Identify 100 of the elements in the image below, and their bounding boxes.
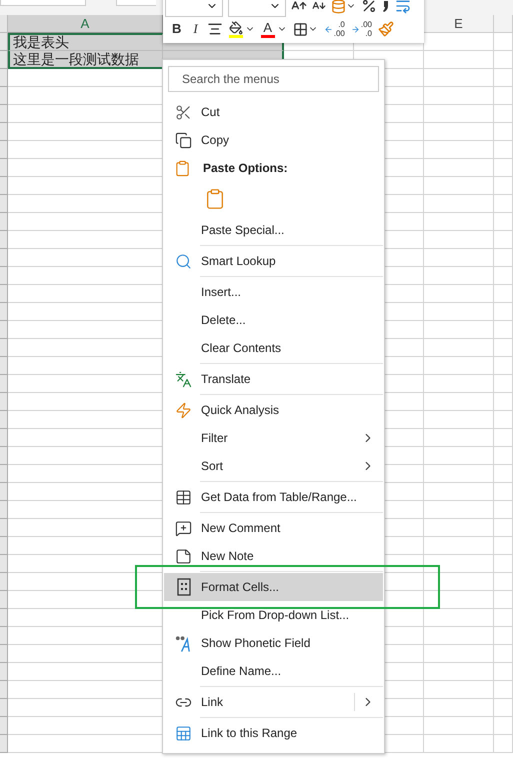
borders-icon[interactable] bbox=[292, 22, 308, 36]
row-header[interactable] bbox=[0, 249, 8, 267]
row-header[interactable] bbox=[0, 141, 8, 159]
menu-item[interactable]: Insert... bbox=[164, 278, 383, 306]
row-header[interactable] bbox=[0, 519, 8, 537]
row-header[interactable] bbox=[0, 285, 8, 303]
row-header[interactable] bbox=[0, 411, 8, 429]
arrow-icon[interactable] bbox=[324, 24, 333, 34]
table-cell bbox=[424, 51, 494, 69]
row-header[interactable] bbox=[0, 465, 8, 483]
row-header[interactable] bbox=[0, 33, 8, 51]
row-header[interactable] bbox=[0, 627, 8, 645]
search-field[interactable]: Search the menus bbox=[168, 66, 379, 92]
menu-item[interactable]: Link to this Range bbox=[164, 719, 383, 747]
menu-item[interactable]: Link bbox=[164, 688, 383, 716]
menu-item[interactable]: Sort bbox=[164, 452, 383, 480]
row-header[interactable] bbox=[0, 555, 8, 573]
row-header[interactable] bbox=[0, 69, 8, 87]
formula-field[interactable] bbox=[116, 0, 156, 6]
table-cell bbox=[494, 663, 513, 681]
menu-item[interactable]: Show Phonetic Field bbox=[164, 629, 383, 657]
row-header[interactable] bbox=[0, 105, 8, 123]
row-header[interactable] bbox=[0, 681, 8, 699]
row-header[interactable] bbox=[0, 87, 8, 105]
table-cell bbox=[424, 321, 494, 339]
table-cell bbox=[494, 285, 513, 303]
row-header[interactable] bbox=[0, 231, 8, 249]
table-cell bbox=[424, 699, 494, 717]
row-header[interactable] bbox=[0, 447, 8, 465]
row-header[interactable] bbox=[0, 375, 8, 393]
table-cell bbox=[494, 699, 513, 717]
arrow-icon[interactable] bbox=[350, 24, 360, 34]
row-header[interactable] bbox=[0, 321, 8, 339]
menu-item[interactable]: Define Name... bbox=[164, 657, 383, 685]
menu-item[interactable]: Smart Lookup bbox=[164, 247, 383, 275]
table-cell bbox=[424, 159, 494, 177]
row-header[interactable] bbox=[0, 699, 8, 717]
bold-button[interactable]: B bbox=[169, 20, 184, 38]
fill-color-icon[interactable] bbox=[228, 20, 243, 34]
menu-item[interactable]: Get Data from Table/Range... bbox=[164, 483, 383, 511]
table-cell bbox=[424, 465, 494, 483]
row-header[interactable] bbox=[0, 213, 8, 231]
column-header[interactable]: E bbox=[424, 15, 494, 33]
row-header[interactable] bbox=[0, 123, 8, 141]
menu-item[interactable]: Pick From Drop-down List... bbox=[164, 601, 383, 629]
row-header[interactable] bbox=[0, 591, 8, 609]
menu-item[interactable]: Clear Contents bbox=[164, 334, 383, 362]
row-header[interactable] bbox=[0, 429, 8, 447]
font-color-button[interactable]: A bbox=[263, 20, 272, 34]
row-header[interactable] bbox=[0, 357, 8, 375]
table-cell bbox=[424, 249, 494, 267]
row-header[interactable] bbox=[0, 537, 8, 555]
decimal-button[interactable]: .0 .00 bbox=[334, 20, 345, 38]
format-painter-icon[interactable] bbox=[378, 21, 394, 37]
row-header[interactable] bbox=[0, 195, 8, 213]
row-header[interactable] bbox=[0, 339, 8, 357]
row-header[interactable] bbox=[0, 393, 8, 411]
comma-style-icon[interactable] bbox=[382, 0, 390, 12]
menu-item[interactable]: Quick Analysis bbox=[164, 396, 383, 424]
column-header[interactable]: A bbox=[8, 15, 163, 33]
table-cell bbox=[424, 69, 494, 87]
row-header[interactable] bbox=[0, 645, 8, 663]
column-header[interactable] bbox=[494, 15, 513, 33]
menu-item[interactable]: Translate bbox=[164, 365, 383, 393]
align-center-icon[interactable] bbox=[206, 21, 223, 37]
dropdown-field[interactable] bbox=[165, 0, 223, 17]
percent-icon[interactable] bbox=[361, 0, 377, 14]
decimal-button[interactable]: .00 .0 bbox=[360, 20, 372, 38]
row-header[interactable] bbox=[0, 177, 8, 195]
row-header[interactable] bbox=[0, 501, 8, 519]
table-cell bbox=[424, 555, 494, 573]
italic-button[interactable]: I bbox=[190, 20, 201, 38]
wrap-text-icon[interactable] bbox=[395, 0, 411, 14]
row-header[interactable] bbox=[0, 717, 8, 735]
table-cell bbox=[494, 249, 513, 267]
row-header[interactable] bbox=[0, 735, 8, 753]
table-cell bbox=[424, 663, 494, 681]
row-header[interactable] bbox=[0, 159, 8, 177]
menu-item[interactable]: Delete... bbox=[164, 306, 383, 334]
menu-item[interactable]: Filter bbox=[164, 424, 383, 452]
menu-item[interactable]: Copy bbox=[164, 126, 383, 154]
table-cell bbox=[494, 393, 513, 411]
menu-item[interactable]: New Note bbox=[164, 542, 383, 570]
table-cell bbox=[494, 33, 513, 51]
table-cell bbox=[424, 393, 494, 411]
menu-item[interactable]: New Comment bbox=[164, 514, 383, 542]
row-header[interactable] bbox=[0, 483, 8, 501]
row-header[interactable] bbox=[0, 609, 8, 627]
format-cells-icon bbox=[176, 578, 190, 596]
dropdown-field[interactable] bbox=[228, 0, 286, 17]
menu-item[interactable]: Cut bbox=[164, 98, 383, 126]
select-all-corner[interactable] bbox=[0, 15, 8, 33]
row-header[interactable] bbox=[0, 573, 8, 591]
row-header[interactable] bbox=[0, 663, 8, 681]
row-header[interactable] bbox=[0, 303, 8, 321]
name-box[interactable] bbox=[0, 0, 86, 6]
row-header[interactable] bbox=[0, 267, 8, 285]
menu-item[interactable]: Paste Special... bbox=[164, 216, 383, 244]
menu-item[interactable]: Format Cells... bbox=[164, 573, 383, 601]
row-header[interactable] bbox=[0, 51, 8, 69]
